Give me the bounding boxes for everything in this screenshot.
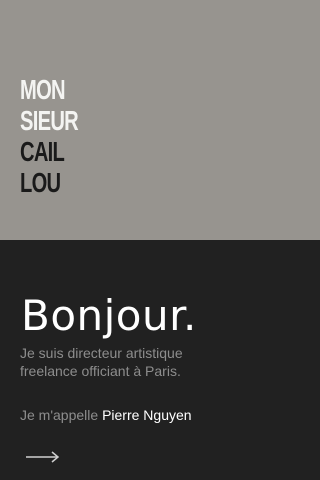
intro-section: Bonjour. Je suis directeur artistique fr… [0, 240, 320, 480]
tagline-line-2: freelance officiant à Paris. [20, 363, 181, 379]
tagline-line-1: Je suis directeur artistique [20, 345, 183, 361]
logo-line-4: LOU [20, 167, 61, 198]
name-prefix: Je m'appelle [20, 407, 99, 423]
logo-line-3: CAIL [20, 136, 65, 167]
hero-banner: MON SIEUR CAIL LOU [0, 0, 320, 240]
logo-line-2: SIEUR [20, 105, 79, 136]
greeting-heading: Bonjour. [21, 291, 197, 340]
tagline: Je suis directeur artistique freelance o… [20, 344, 300, 380]
name-line: Je m'appelle Pierre Nguyen [20, 406, 192, 424]
site-logo[interactable]: MON SIEUR CAIL LOU [20, 74, 79, 198]
logo-line-1: MON [20, 74, 66, 105]
author-name: Pierre Nguyen [102, 407, 192, 423]
next-button[interactable] [25, 450, 61, 464]
arrow-right-icon [26, 451, 60, 463]
